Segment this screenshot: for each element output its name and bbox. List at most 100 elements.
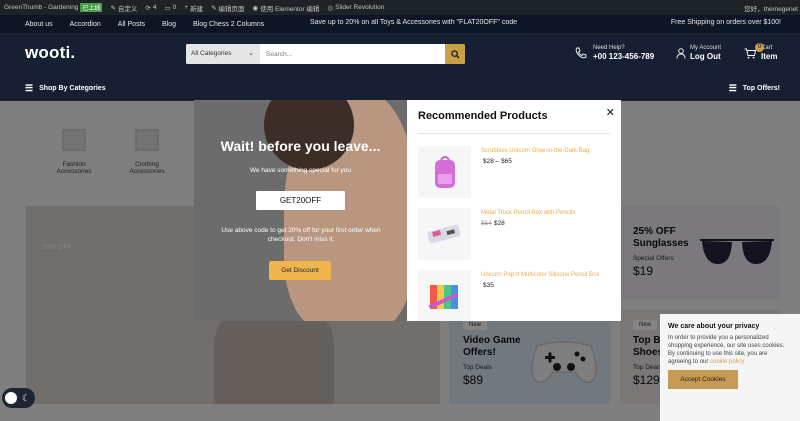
cart-link[interactable]: 0 Cart Item: [744, 43, 778, 62]
product-price: $35: [481, 282, 494, 289]
cart-count-badge: 0: [755, 43, 764, 52]
brush-icon: ✎: [110, 4, 116, 12]
product-image: [418, 208, 471, 260]
status-badge: 已上线: [80, 3, 103, 12]
backpack-image: [434, 156, 455, 188]
admin-slider-label: Slider Revolution: [335, 4, 385, 11]
pencil-box-image: [426, 224, 461, 244]
help-label: Need Help?: [593, 45, 625, 51]
account-action: Log Out: [690, 52, 721, 62]
chevron-down-icon: ⌄: [248, 50, 254, 57]
cart-icon: [744, 48, 756, 59]
divider: [418, 133, 610, 134]
menu-icon: ☰: [25, 83, 34, 93]
product-item[interactable]: Metal Truck Pencil Box with Pencils $54 $…: [418, 208, 613, 260]
admin-new-label: 新建: [190, 5, 204, 13]
cookie-body: In order to provide you a personalized s…: [668, 334, 792, 366]
product-price: $54 $28: [481, 220, 505, 227]
admin-new-link[interactable]: + 新建: [184, 3, 203, 13]
product-price: $28 – $65: [481, 158, 512, 165]
product-current-price: $28 – $65: [483, 158, 512, 165]
admin-comments-count: 0: [172, 4, 177, 11]
user-icon: [676, 48, 686, 59]
plus-icon: +: [184, 4, 189, 11]
shop-by-categories-label: Shop By Categories: [39, 85, 106, 92]
product-name[interactable]: Unicorn Pop-It Multicolor Silicone Penci…: [481, 272, 599, 278]
coupon-code[interactable]: GET20OFF: [256, 191, 345, 210]
account-label: My Account: [690, 45, 722, 51]
product-image: [418, 146, 471, 198]
recommended-title: Recommended Products: [418, 110, 548, 122]
site-header: wooti. All Categories ⌄ Need Help? +00 1…: [0, 33, 800, 73]
exit-intent-popup: Wait! before you leave... We have someth…: [194, 100, 621, 321]
comment-icon: ▭: [164, 4, 171, 12]
admin-updates-link[interactable]: ⟳ 4: [145, 4, 156, 12]
recommended-panel: Recommended Products ✕ Scrubbies Unicorn…: [407, 100, 621, 321]
search-category-select[interactable]: All Categories ⌄: [186, 44, 260, 64]
category-nav: ☰ Shop By Categories ☰ Top Offers!: [0, 73, 800, 101]
top-link-about[interactable]: About us: [25, 21, 53, 28]
top-offers-label: Top Offers!: [742, 85, 780, 92]
admin-site-link[interactable]: GreenThumb - Gardening 已上线: [4, 3, 103, 12]
popup-note: Use above code to get 20% off for your f…: [221, 227, 381, 244]
top-links: About us Accordion All Posts Blog Blog C…: [0, 21, 281, 28]
slider-icon: ◎: [327, 4, 334, 12]
tag-icon: ☰: [728, 83, 737, 93]
admin-comments-link[interactable]: ▭ 0: [164, 4, 176, 12]
top-bar: About us Accordion All Posts Blog Blog C…: [0, 15, 800, 33]
cookie-policy-link[interactable]: cookie policy: [710, 359, 744, 365]
top-offers-link[interactable]: ☰ Top Offers!: [729, 83, 780, 94]
cart-item-label: Item: [761, 52, 778, 62]
cookie-title: We care about your privacy: [668, 323, 760, 330]
admin-edit-page-label: 编辑页面: [218, 5, 245, 13]
search-category-label: All Categories: [191, 50, 232, 57]
admin-edit-page-link[interactable]: ✎ 编辑页面: [211, 3, 244, 13]
admin-updates-count: 4: [152, 4, 157, 11]
product-item[interactable]: Scrubbies Unicorn Glow-in-the-Dark Bag $…: [418, 146, 613, 198]
promo-text: Save up to 20% on all Toys & Accessories…: [310, 19, 518, 26]
popup-description: We have something special for you: [249, 167, 352, 174]
search-icon: [450, 49, 460, 59]
shipping-text: Free Shipping on orders over $100!: [670, 19, 781, 26]
dark-mode-toggle[interactable]: ☾: [2, 388, 35, 408]
search-bar: All Categories ⌄: [186, 44, 465, 64]
pencil-icon: ✎: [211, 4, 217, 12]
shop-by-categories-button[interactable]: ☰ Shop By Categories: [25, 83, 106, 94]
top-link-blog[interactable]: Blog: [162, 21, 176, 28]
help-contact[interactable]: Need Help? +00 123-456-789: [575, 45, 654, 62]
product-name[interactable]: Metal Truck Pencil Box with Pencils: [481, 210, 575, 216]
top-link-all-posts[interactable]: All Posts: [118, 21, 145, 28]
elementor-icon: ◉: [252, 4, 259, 12]
admin-bar: GreenThumb - Gardening 已上线 ✎ 自定义 ⟳ 4 ▭ 0…: [0, 0, 800, 15]
account-link[interactable]: My Account Log Out: [676, 45, 721, 62]
get-discount-button[interactable]: Get Discount: [269, 261, 331, 280]
accept-cookies-button[interactable]: Accept Cookies: [668, 370, 738, 390]
product-name[interactable]: Scrubbies Unicorn Glow-in-the-Dark Bag: [481, 148, 589, 154]
cookie-notice: We care about your privacy In order to p…: [660, 314, 800, 421]
top-link-blog-chess[interactable]: Blog Chess 2 Columns: [193, 21, 264, 28]
refresh-icon: ⟳: [145, 4, 151, 12]
admin-greeting[interactable]: 您好，themegenet: [744, 3, 798, 13]
product-current-price: $35: [483, 282, 494, 289]
admin-customize-link[interactable]: ✎ 自定义: [110, 3, 137, 13]
popup-title: Wait! before you leave...: [220, 138, 381, 154]
admin-site-name: GreenThumb - Gardening: [4, 4, 79, 11]
admin-elementor-label: 使用 Elementor 编辑: [260, 5, 320, 13]
close-icon[interactable]: ✕: [606, 106, 615, 119]
admin-elementor-link[interactable]: ◉ 使用 Elementor 编辑: [253, 3, 320, 13]
search-input[interactable]: [260, 44, 445, 64]
product-image: [418, 270, 471, 321]
admin-slider-link[interactable]: ◎ Slider Revolution: [327, 4, 384, 12]
product-current-price: $28: [493, 220, 505, 227]
product-old-price: $54: [481, 220, 492, 227]
help-phone: +00 123-456-789: [593, 52, 655, 62]
top-link-accordion[interactable]: Accordion: [70, 21, 101, 28]
phone-icon: [575, 47, 587, 59]
admin-customize-label: 自定义: [117, 5, 138, 13]
product-item[interactable]: Unicorn Pop-It Multicolor Silicone Penci…: [418, 270, 613, 321]
popup-promo-panel: Wait! before you leave... We have someth…: [194, 100, 407, 321]
site-logo[interactable]: wooti.: [25, 43, 75, 63]
pop-it-box-image: [428, 285, 458, 310]
search-button[interactable]: [445, 44, 465, 64]
moon-icon: ☾: [22, 392, 31, 403]
